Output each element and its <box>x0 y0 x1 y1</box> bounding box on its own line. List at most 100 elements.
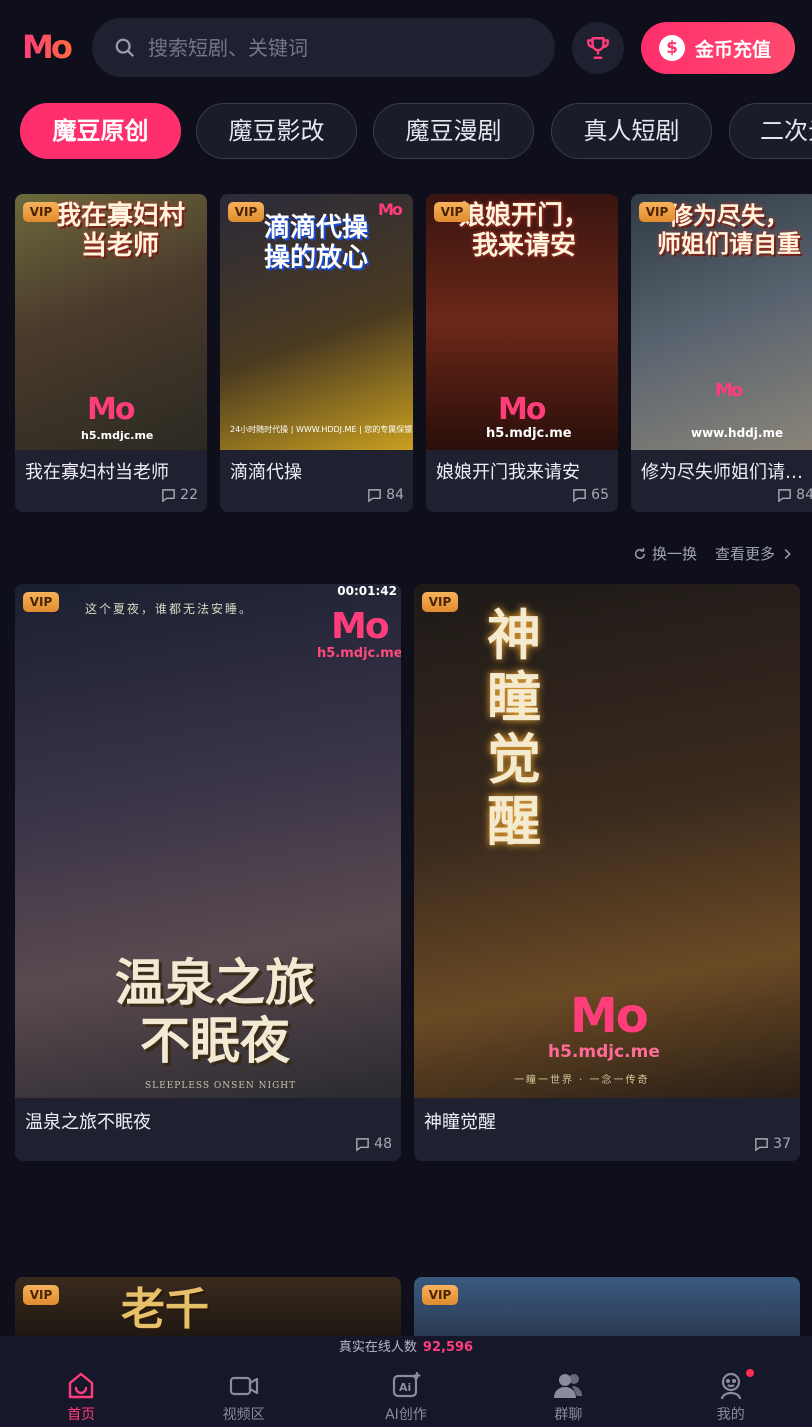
drama-card[interactable]: 我在寡妇村 当老师 Mo h5.mdjc.me VIP 我在寡妇村当老师 22 <box>15 194 207 512</box>
nav-home[interactable]: 首页 <box>0 1360 162 1427</box>
drama-card-large[interactable]: 老千 VIP <box>15 1277 401 1336</box>
search-input[interactable] <box>148 35 528 60</box>
drama-poster: 这个夏夜，谁都无法安睡。 00:01:42 Mo h5.mdjc.me 温泉之旅… <box>15 584 401 1098</box>
card-title: 修为尽失师姐们请自重 <box>641 462 806 483</box>
search-bar[interactable] <box>92 18 555 77</box>
watermark-logo: Mo <box>715 380 743 401</box>
vip-badge: VIP <box>23 592 59 612</box>
drama-card[interactable]: 娘娘开门， 我来请安 Mo h5.mdjc.me VIP 娘娘开门我来请安 65 <box>426 194 618 512</box>
view-more-button[interactable]: 查看更多 <box>715 543 794 564</box>
poster-title-text: 神 瞳 觉 醒 <box>487 603 541 854</box>
topup-button[interactable]: $ 金币充值 <box>641 22 795 74</box>
video-icon <box>229 1376 258 1396</box>
nav-profile-label: 我的 <box>716 1407 745 1423</box>
nav-ai-create[interactable]: Ai AI创作 <box>325 1360 487 1427</box>
comment-icon <box>573 488 586 503</box>
card-title: 温泉之旅不眠夜 <box>25 1112 151 1133</box>
coin-icon: $ <box>659 35 685 61</box>
vip-badge: VIP <box>434 202 470 222</box>
watermark-logo: Mo <box>378 200 403 219</box>
drama-poster: 滴滴代操 操的放心 Mo 24小时随时代操 | WWW.HDDJ.ME | 您的… <box>220 194 413 450</box>
watermark-url: h5.mdjc.me <box>548 1042 660 1062</box>
group-chat-icon <box>554 1374 583 1398</box>
profile-icon <box>720 1372 741 1400</box>
watermark-url: 24小时随时代操 | WWW.HDDJ.ME | 您的专属保镖 <box>230 425 413 434</box>
duration-label: 00:01:42 <box>337 584 397 598</box>
nav-video[interactable]: 视频区 <box>162 1360 324 1427</box>
online-count-bar: 真实在线人数 92,596 <box>0 1336 812 1360</box>
section-actions: 换一换 查看更多 <box>633 543 794 564</box>
notification-dot <box>745 1369 754 1377</box>
drama-card-large[interactable]: VIP <box>414 1277 800 1336</box>
card-title: 我在寡妇村当老师 <box>25 462 169 483</box>
watermark-url: h5.mdjc.me <box>486 426 572 441</box>
nav-video-label: 视频区 <box>222 1407 265 1423</box>
view-more-label: 查看更多 <box>714 545 775 563</box>
bottom-nav: 首页 视频区 Ai AI创作 群聊 我的 <box>0 1360 812 1427</box>
online-label: 真实在线人数 <box>338 1340 417 1355</box>
comment-count: 84 <box>777 487 812 503</box>
watermark-logo: Mo <box>331 606 390 647</box>
vip-badge: VIP <box>228 202 264 222</box>
comment-count-value: 37 <box>773 1136 791 1152</box>
comment-icon <box>778 488 791 503</box>
ranking-button[interactable] <box>572 22 624 74</box>
nav-home-label: 首页 <box>67 1407 96 1423</box>
drama-poster: 我在寡妇村 当老师 Mo h5.mdjc.me VIP <box>15 194 207 450</box>
card-title: 神瞳觉醒 <box>424 1112 496 1133</box>
refresh-label: 换一换 <box>651 545 697 563</box>
poster-tagline: 这个夏夜，谁都无法安睡。 <box>85 602 254 616</box>
drama-card-large[interactable]: 这个夏夜，谁都无法安睡。 00:01:42 Mo h5.mdjc.me 温泉之旅… <box>15 584 401 1161</box>
comment-count-value: 84 <box>386 487 404 503</box>
refresh-button[interactable]: 换一换 <box>633 543 697 564</box>
trophy-icon <box>587 37 609 59</box>
watermark-url: h5.mdjc.me <box>317 646 401 661</box>
comment-icon <box>162 488 175 503</box>
comment-icon <box>356 1137 369 1152</box>
comment-icon <box>368 488 381 503</box>
svg-text:Ai: Ai <box>399 1381 411 1394</box>
vip-badge: VIP <box>639 202 675 222</box>
vip-badge: VIP <box>422 1285 458 1305</box>
drama-card-large[interactable]: 神 瞳 觉 醒 Mo h5.mdjc.me 一瞳一世界 · 一念一传奇 VIP … <box>414 584 800 1161</box>
home-icon <box>68 1372 94 1399</box>
tab-modou-original[interactable]: 魔豆原创 <box>20 103 181 159</box>
drama-card[interactable]: 滴滴代操 操的放心 Mo 24小时随时代操 | WWW.HDDJ.ME | 您的… <box>220 194 413 512</box>
ai-create-icon: Ai <box>392 1371 421 1398</box>
comment-count-value: 84 <box>796 487 812 503</box>
tab-live-action[interactable]: 真人短剧 <box>551 103 712 159</box>
vip-badge: VIP <box>23 1285 59 1305</box>
nav-group-chat-label: 群聊 <box>554 1407 583 1423</box>
search-icon <box>115 38 135 57</box>
comment-count-value: 48 <box>374 1136 392 1152</box>
online-count: 92,596 <box>422 1340 474 1355</box>
drama-poster: 修为尽失， 师姐们请自重 Mo www.hddj.me VIP <box>631 194 812 450</box>
nav-profile[interactable]: 我的 <box>650 1360 812 1427</box>
tab-modou-film[interactable]: 魔豆影改 <box>196 103 357 159</box>
drama-poster: 神 瞳 觉 醒 Mo h5.mdjc.me 一瞳一世界 · 一念一传奇 VIP <box>414 584 800 1098</box>
poster-title-text: 我在寡妇村 当老师 <box>54 201 185 261</box>
card-title: 娘娘开门我来请安 <box>436 462 580 483</box>
comment-count: 37 <box>754 1136 791 1152</box>
nav-group-chat[interactable]: 群聊 <box>487 1360 649 1427</box>
comment-count: 48 <box>355 1136 392 1152</box>
watermark-logo: Mo <box>87 392 135 427</box>
drama-poster: 娘娘开门， 我来请安 Mo h5.mdjc.me VIP <box>426 194 618 450</box>
watermark-logo: Mo <box>498 392 546 427</box>
drama-poster: VIP <box>414 1277 800 1336</box>
drama-card[interactable]: 修为尽失， 师姐们请自重 Mo www.hddj.me VIP 修为尽失师姐们请… <box>631 194 812 512</box>
category-tabs: 魔豆原创 魔豆影改 魔豆漫剧 真人短剧 二次元 <box>0 103 812 159</box>
poster-title-text: 温泉之旅 不眠夜 <box>115 953 315 1070</box>
comment-count-value: 22 <box>180 487 198 503</box>
tab-anime[interactable]: 二次元 <box>729 103 812 159</box>
tab-modou-comic[interactable]: 魔豆漫剧 <box>373 103 534 159</box>
poster-title-text: 老千 <box>121 1284 209 1335</box>
nav-ai-create-label: AI创作 <box>385 1407 427 1423</box>
vip-badge: VIP <box>422 592 458 612</box>
watermark-url: h5.mdjc.me <box>81 429 154 442</box>
poster-subtitle: SLEEPLESS ONSEN NIGHT <box>145 1081 297 1091</box>
card-title: 滴滴代操 <box>230 462 302 483</box>
comment-icon <box>755 1137 768 1152</box>
app-logo[interactable]: Mo <box>22 29 74 65</box>
poster-title-text: 滴滴代操 操的放心 <box>263 213 368 273</box>
